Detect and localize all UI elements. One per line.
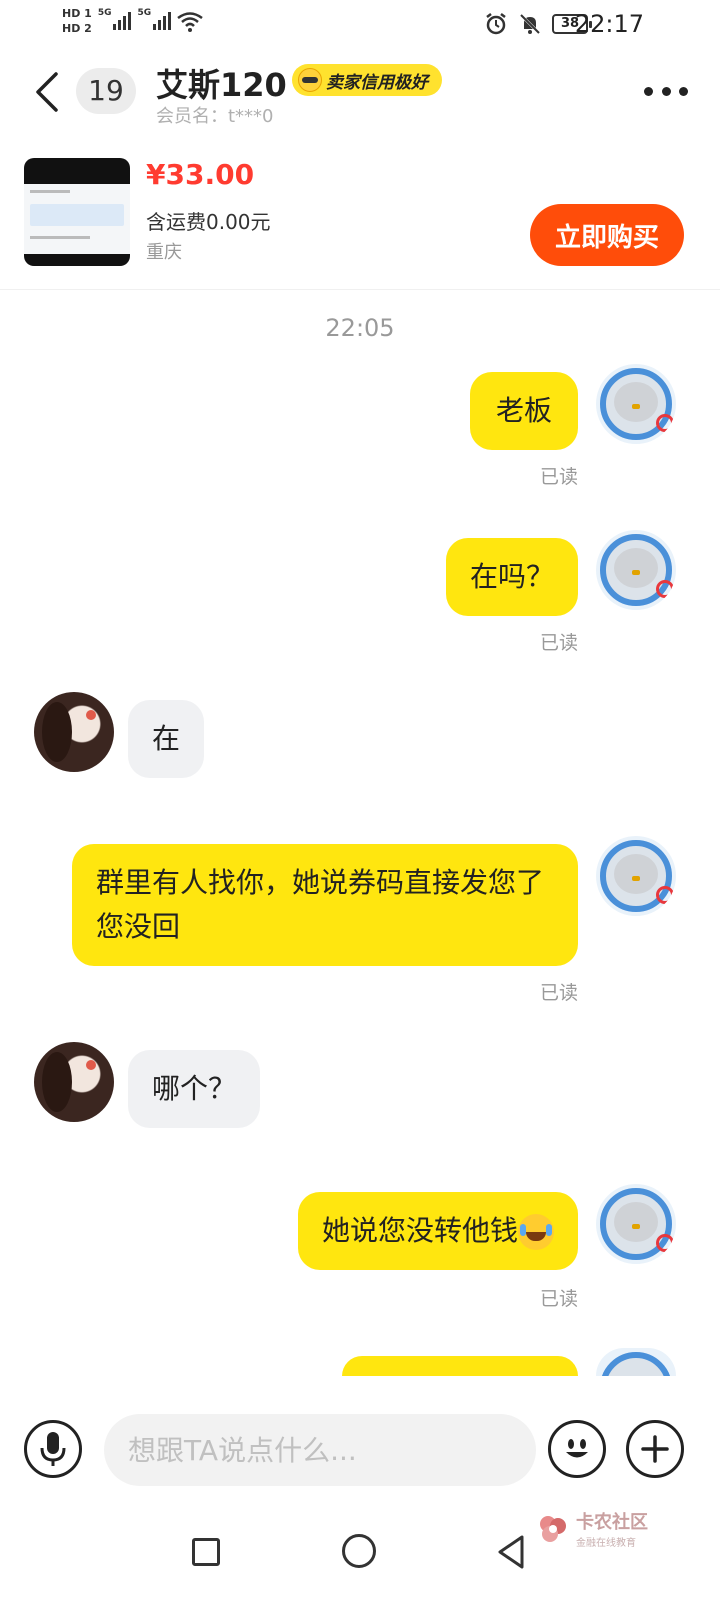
seller-name: 艾斯120: [156, 66, 287, 104]
message-bubble[interactable]: 群里有人找你，她说券码直接发您了您没回: [72, 844, 578, 966]
my-avatar[interactable]: [596, 1348, 676, 1376]
back-arrow-icon[interactable]: [32, 70, 62, 114]
message-bubble-partial[interactable]: [342, 1356, 578, 1376]
laughing-tears-emoji-icon: [518, 1214, 554, 1250]
my-avatar[interactable]: [596, 364, 676, 444]
dot-icon: [644, 86, 653, 96]
credit-badge-text: 卖家信用极好: [326, 72, 428, 93]
read-status: 已读: [539, 982, 578, 1004]
read-status: 已读: [539, 466, 578, 488]
message-bubble[interactable]: 在吗？: [445, 538, 578, 616]
shipping-fee: 含运费0.00元: [146, 210, 271, 234]
hd2-label: HD 2: [62, 22, 92, 35]
status-time: 22:17: [574, 10, 644, 38]
dot-icon: [661, 86, 671, 96]
system-nav-bar: [0, 1512, 720, 1600]
unread-count-badge[interactable]: 19: [76, 68, 136, 114]
net2-label: 5G: [137, 8, 152, 18]
message-bubble[interactable]: 哪个？: [128, 1050, 261, 1128]
recent-apps-icon[interactable]: [192, 1538, 220, 1566]
message-input[interactable]: [104, 1414, 536, 1486]
credit-badge: 卖家信用极好: [292, 64, 442, 96]
voice-button[interactable]: [24, 1420, 82, 1478]
alarm-icon: [486, 13, 506, 35]
read-status: 已读: [539, 632, 578, 654]
my-avatar[interactable]: [596, 836, 676, 916]
chat-header: 19 艾斯120 卖家信用极好 会员名：t***0: [0, 56, 720, 136]
read-status: 已读: [539, 1288, 578, 1310]
more-actions-button[interactable]: [626, 1420, 684, 1478]
signal-icon: 5G: [97, 8, 132, 30]
product-location: 重庆: [146, 242, 182, 263]
product-card[interactable]: ¥33.00 含运费0.00元 重庆 立即购买: [0, 150, 720, 290]
microphone-icon: [40, 1432, 66, 1466]
more-options-button[interactable]: [644, 76, 688, 106]
message-text: 她说您没转他钱: [321, 1214, 518, 1247]
cool-face-icon: [298, 68, 322, 92]
message-bubble[interactable]: 她说您没转他钱: [297, 1192, 578, 1270]
back-triangle-icon[interactable]: [496, 1534, 526, 1570]
emoji-button[interactable]: [548, 1420, 606, 1478]
my-avatar[interactable]: [596, 530, 676, 610]
dot-icon: [679, 86, 688, 96]
product-thumbnail[interactable]: [24, 158, 130, 266]
seller-avatar[interactable]: [34, 1042, 114, 1122]
member-name: 会员名：t***0: [156, 106, 274, 127]
net1-label: 5G: [97, 8, 112, 18]
wifi-icon: [177, 12, 203, 32]
message-bubble[interactable]: 老板: [469, 372, 578, 450]
hd1-label: HD 1: [62, 7, 92, 20]
plus-icon: [641, 1435, 669, 1463]
input-bar: [0, 1404, 720, 1514]
status-bar: HD 1 HD 2 5G 5G 38 22:17: [0, 0, 720, 50]
status-left: HD 1 HD 2 5G 5G: [62, 6, 203, 36]
mute-icon: [519, 13, 541, 35]
product-price: ¥33.00: [146, 158, 255, 191]
smiley-icon: [566, 1439, 588, 1458]
message-bubble[interactable]: 在: [128, 700, 205, 778]
my-avatar[interactable]: [596, 1184, 676, 1264]
signal-icon-2: 5G: [137, 8, 172, 30]
chat-timestamp: 22:05: [325, 314, 395, 342]
seller-avatar[interactable]: [34, 692, 114, 772]
buy-now-button[interactable]: 立即购买: [530, 204, 684, 266]
hd-indicators: HD 1 HD 2: [62, 6, 92, 36]
home-icon[interactable]: [342, 1534, 376, 1568]
